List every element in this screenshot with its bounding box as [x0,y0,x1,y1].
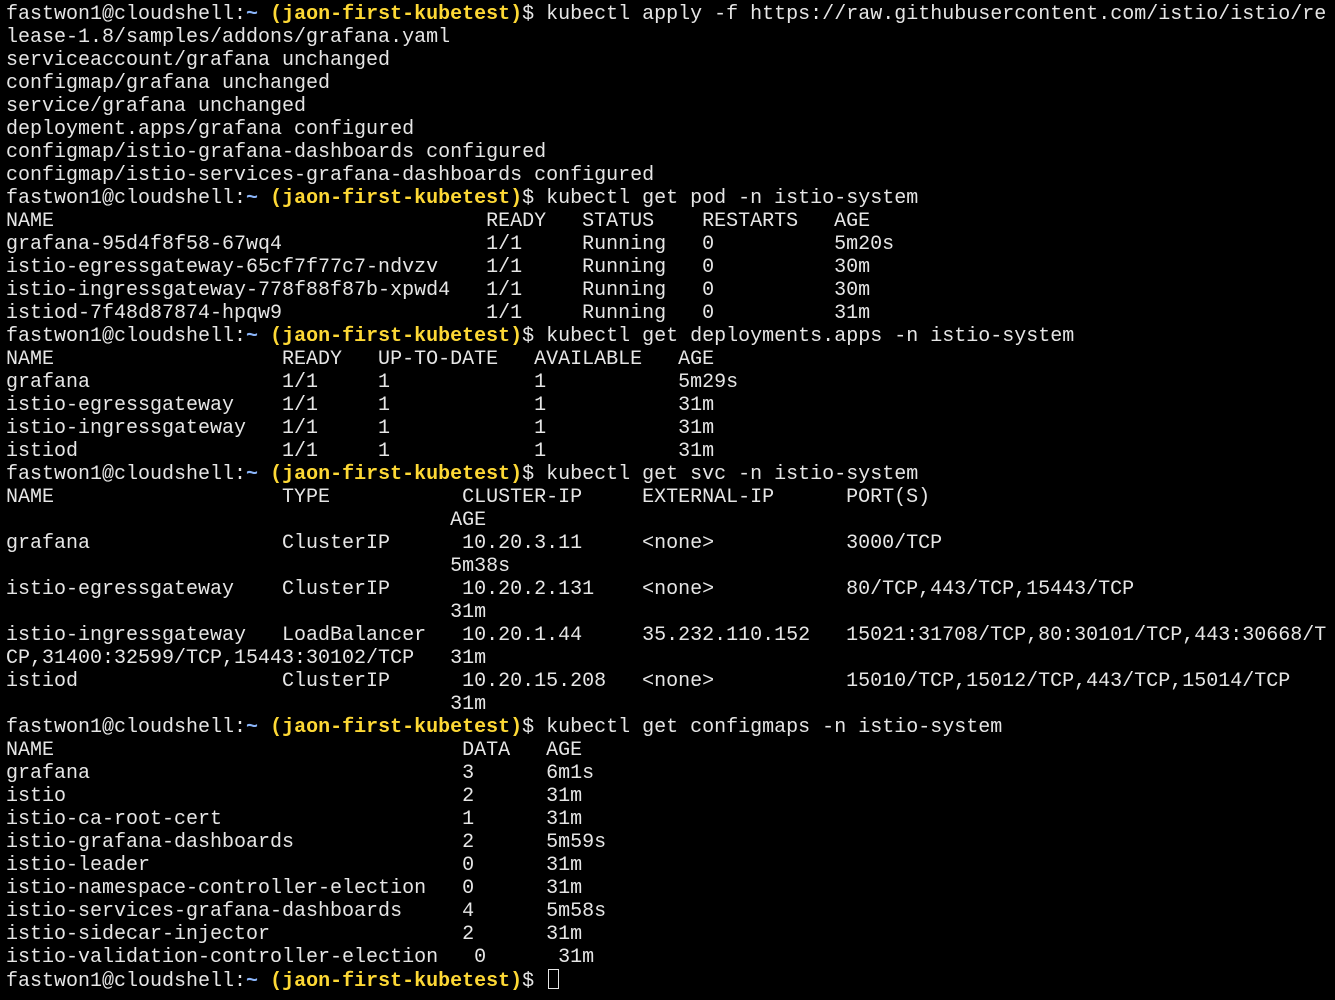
prompt-line: fastwon1@cloudshell:~ (jaon-first-kubete… [6,463,1335,486]
prompt-project: (jaon-first-kubetest) [270,716,523,739]
output-line: istio-egressgateway 1/1 1 1 31m [6,394,715,417]
prompt-project: (jaon-first-kubetest) [270,3,523,26]
command-text: kubectl get deployments.apps -n istio-sy… [546,325,1075,348]
prompt-line: fastwon1@cloudshell:~ (jaon-first-kubete… [6,3,1335,26]
output-line: configmap/istio-grafana-dashboards confi… [6,141,547,164]
output-line: configmap/grafana unchanged [6,72,331,95]
output-line: grafana 1/1 1 1 5m29s [6,371,739,394]
command-text: kubectl get pod -n istio-system [546,187,919,210]
output-line: configmap/istio-services-grafana-dashboa… [6,164,655,187]
output-line: istio-ingressgateway 1/1 1 1 31m [6,417,715,440]
output-line: grafana 3 6m1s [6,762,595,785]
output-line: grafana ClusterIP 10.20.3.11 <none> 3000… [6,532,943,555]
output-line: istio-namespace-controller-election 0 31… [6,877,583,900]
prompt-project: (jaon-first-kubetest) [270,463,523,486]
prompt-user-host: fastwon1@cloudshell: [6,325,247,348]
output-line: 31m [6,601,487,624]
output-line: deployment.apps/grafana configured [6,118,415,141]
output-line: istio-egressgateway-65cf7f77c7-ndvzv 1/1… [6,256,871,279]
command-text: kubectl get svc -n istio-system [546,463,919,486]
prompt-line: fastwon1@cloudshell:~ (jaon-first-kubete… [6,969,1335,993]
prompt-project: (jaon-first-kubetest) [270,970,523,993]
output-line: NAME DATA AGE [6,739,583,762]
prompt-symbol: $ [522,970,547,993]
output-line: service/grafana unchanged [6,95,307,118]
prompt-project: (jaon-first-kubetest) [270,187,523,210]
output-line: istio-ingressgateway LoadBalancer 10.20.… [6,624,1327,647]
output-line: istio-sidecar-injector 2 31m [6,923,583,946]
prompt-user-host: fastwon1@cloudshell: [6,3,247,26]
prompt-user-host: fastwon1@cloudshell: [6,463,247,486]
output-line: istio-validation-controller-election 0 3… [6,946,595,969]
prompt-line: fastwon1@cloudshell:~ (jaon-first-kubete… [6,325,1335,348]
prompt-user-host: fastwon1@cloudshell: [6,716,247,739]
prompt-project: (jaon-first-kubetest) [270,325,523,348]
prompt-path: ~ [246,463,259,486]
output-line: lease-1.8/samples/addons/grafana.yaml [6,26,451,49]
prompt-symbol: $ [522,325,547,348]
output-line: grafana-95d4f8f58-67wq4 1/1 Running 0 5m… [6,233,895,256]
prompt-path: ~ [246,970,259,993]
prompt-path: ~ [246,187,259,210]
prompt-user-host: fastwon1@cloudshell: [6,187,247,210]
prompt-symbol: $ [522,463,547,486]
output-line: istio-grafana-dashboards 2 5m59s [6,831,607,854]
prompt-path: ~ [246,325,259,348]
prompt-symbol: $ [522,3,547,26]
prompt-path: ~ [246,716,259,739]
prompt-line: fastwon1@cloudshell:~ (jaon-first-kubete… [6,716,1335,739]
command-text: kubectl apply -f https://raw.githubuserc… [546,3,1327,26]
output-line: istio-ca-root-cert 1 31m [6,808,583,831]
output-line: NAME READY STATUS RESTARTS AGE [6,210,871,233]
output-line: istio-egressgateway ClusterIP 10.20.2.13… [6,578,1135,601]
output-line: istiod ClusterIP 10.20.15.208 <none> 150… [6,670,1291,693]
output-line: CP,31400:32599/TCP,15443:30102/TCP 31m [6,647,487,670]
prompt-user-host: fastwon1@cloudshell: [6,970,247,993]
output-line: 5m38s [6,555,511,578]
output-line: istiod 1/1 1 1 31m [6,440,715,463]
output-line: 31m [6,693,487,716]
command-text: kubectl get configmaps -n istio-system [546,716,1003,739]
output-line: istio-ingressgateway-778f88f87b-xpwd4 1/… [6,279,871,302]
prompt-line: fastwon1@cloudshell:~ (jaon-first-kubete… [6,187,1335,210]
text-cursor[interactable] [548,969,560,989]
prompt-symbol: $ [522,187,547,210]
prompt-path: ~ [246,3,259,26]
output-line: NAME TYPE CLUSTER-IP EXTERNAL-IP PORT(S) [6,486,931,509]
output-line: istio-leader 0 31m [6,854,583,877]
output-line: istio-services-grafana-dashboards 4 5m58… [6,900,607,923]
prompt-symbol: $ [522,716,547,739]
output-line: AGE [6,509,487,532]
output-line: istio 2 31m [6,785,583,808]
terminal-window[interactable]: fastwon1@cloudshell:~ (jaon-first-kubete… [0,0,1335,1000]
output-line: NAME READY UP-TO-DATE AVAILABLE AGE [6,348,715,371]
output-line: istiod-7f48d87874-hpqw9 1/1 Running 0 31… [6,302,871,325]
output-line: serviceaccount/grafana unchanged [6,49,391,72]
